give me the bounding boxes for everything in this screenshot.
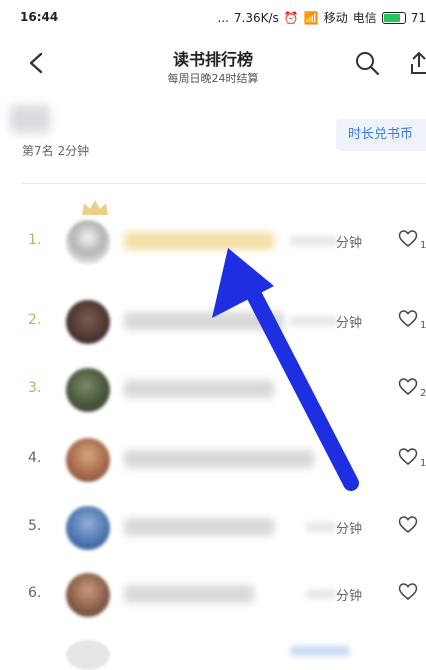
avatar[interactable] <box>66 220 110 264</box>
list-item[interactable]: 4. 1 <box>0 430 426 490</box>
battery-icon <box>381 11 406 24</box>
rank-number: 6. <box>28 585 42 601</box>
like-count: 2 <box>420 388 426 399</box>
reading-time-unit: 分钟 <box>336 316 363 331</box>
user-name-blurred <box>124 380 274 398</box>
status-right: ... 7.36K/s ⏰ 📶 移动 电信 71 <box>217 9 426 26</box>
avatar[interactable] <box>66 438 110 482</box>
my-rank-text: 第7名 2分钟 <box>22 144 90 158</box>
avatar[interactable] <box>66 300 110 344</box>
avatar[interactable] <box>66 368 110 412</box>
share-icon[interactable] <box>410 50 426 76</box>
reading-time-blurred <box>306 589 336 599</box>
exchange-coins-button[interactable]: 时长兑书币 <box>336 119 426 151</box>
reading-time-unit: 分钟 <box>336 522 363 537</box>
network-speed: 7.36K/s <box>233 10 279 25</box>
reading-time-blurred <box>306 522 336 532</box>
status-time: 16:44 <box>20 10 59 24</box>
like-count: 1 <box>420 458 426 469</box>
user-name-blurred <box>124 232 274 250</box>
my-name-blurred <box>10 105 50 133</box>
list-item[interactable]: 5. 分钟 <box>0 498 426 558</box>
user-name-blurred <box>124 450 314 468</box>
divider <box>22 183 426 184</box>
user-name-blurred <box>124 518 274 536</box>
carrier-telecom: 电信 <box>352 11 377 25</box>
list-item[interactable]: 3. 2 <box>0 360 426 420</box>
heart-icon[interactable] <box>398 229 418 249</box>
search-icon[interactable] <box>354 50 380 76</box>
heart-icon[interactable] <box>398 447 418 467</box>
like-count: 1 <box>420 320 426 331</box>
avatar <box>66 640 110 670</box>
battery-level: 71 <box>410 10 426 25</box>
avatar[interactable] <box>66 573 110 617</box>
rank-number: 5. <box>28 518 42 534</box>
rank-number: 4. <box>28 450 42 466</box>
reading-time-blurred <box>290 316 338 326</box>
heart-icon[interactable] <box>398 582 418 602</box>
reading-time-blurred <box>290 236 338 246</box>
header: 读书排行榜 每周日晚24时结算 <box>0 34 426 94</box>
reading-time-unit: 分钟 <box>336 236 363 251</box>
carrier-mobile: 移动 <box>323 11 348 25</box>
rank-number: 3. <box>28 380 42 396</box>
status-dots: ... <box>217 10 229 25</box>
like-count: 1 <box>420 240 426 251</box>
wifi-icon: 📶 <box>303 10 319 25</box>
heart-icon[interactable] <box>398 377 418 397</box>
user-name-blurred <box>124 312 284 330</box>
rank-number: 1. <box>28 232 42 248</box>
reading-time-unit: 分钟 <box>336 589 363 604</box>
avatar[interactable] <box>66 506 110 550</box>
user-name-blurred <box>124 585 254 603</box>
list-item[interactable]: 6. 分钟 <box>0 565 426 625</box>
status-bar: 16:44 ... 7.36K/s ⏰ 📶 移动 电信 71 <box>0 0 426 34</box>
alarm-icon: ⏰ <box>283 10 299 25</box>
crown-icon <box>82 200 108 215</box>
heart-icon[interactable] <box>398 515 418 535</box>
list-item[interactable]: 1. 分钟 1 <box>0 200 426 272</box>
rank-number: 2. <box>28 312 42 328</box>
heart-icon[interactable] <box>398 309 418 329</box>
list-item[interactable]: 2. 分钟 1 <box>0 292 426 352</box>
